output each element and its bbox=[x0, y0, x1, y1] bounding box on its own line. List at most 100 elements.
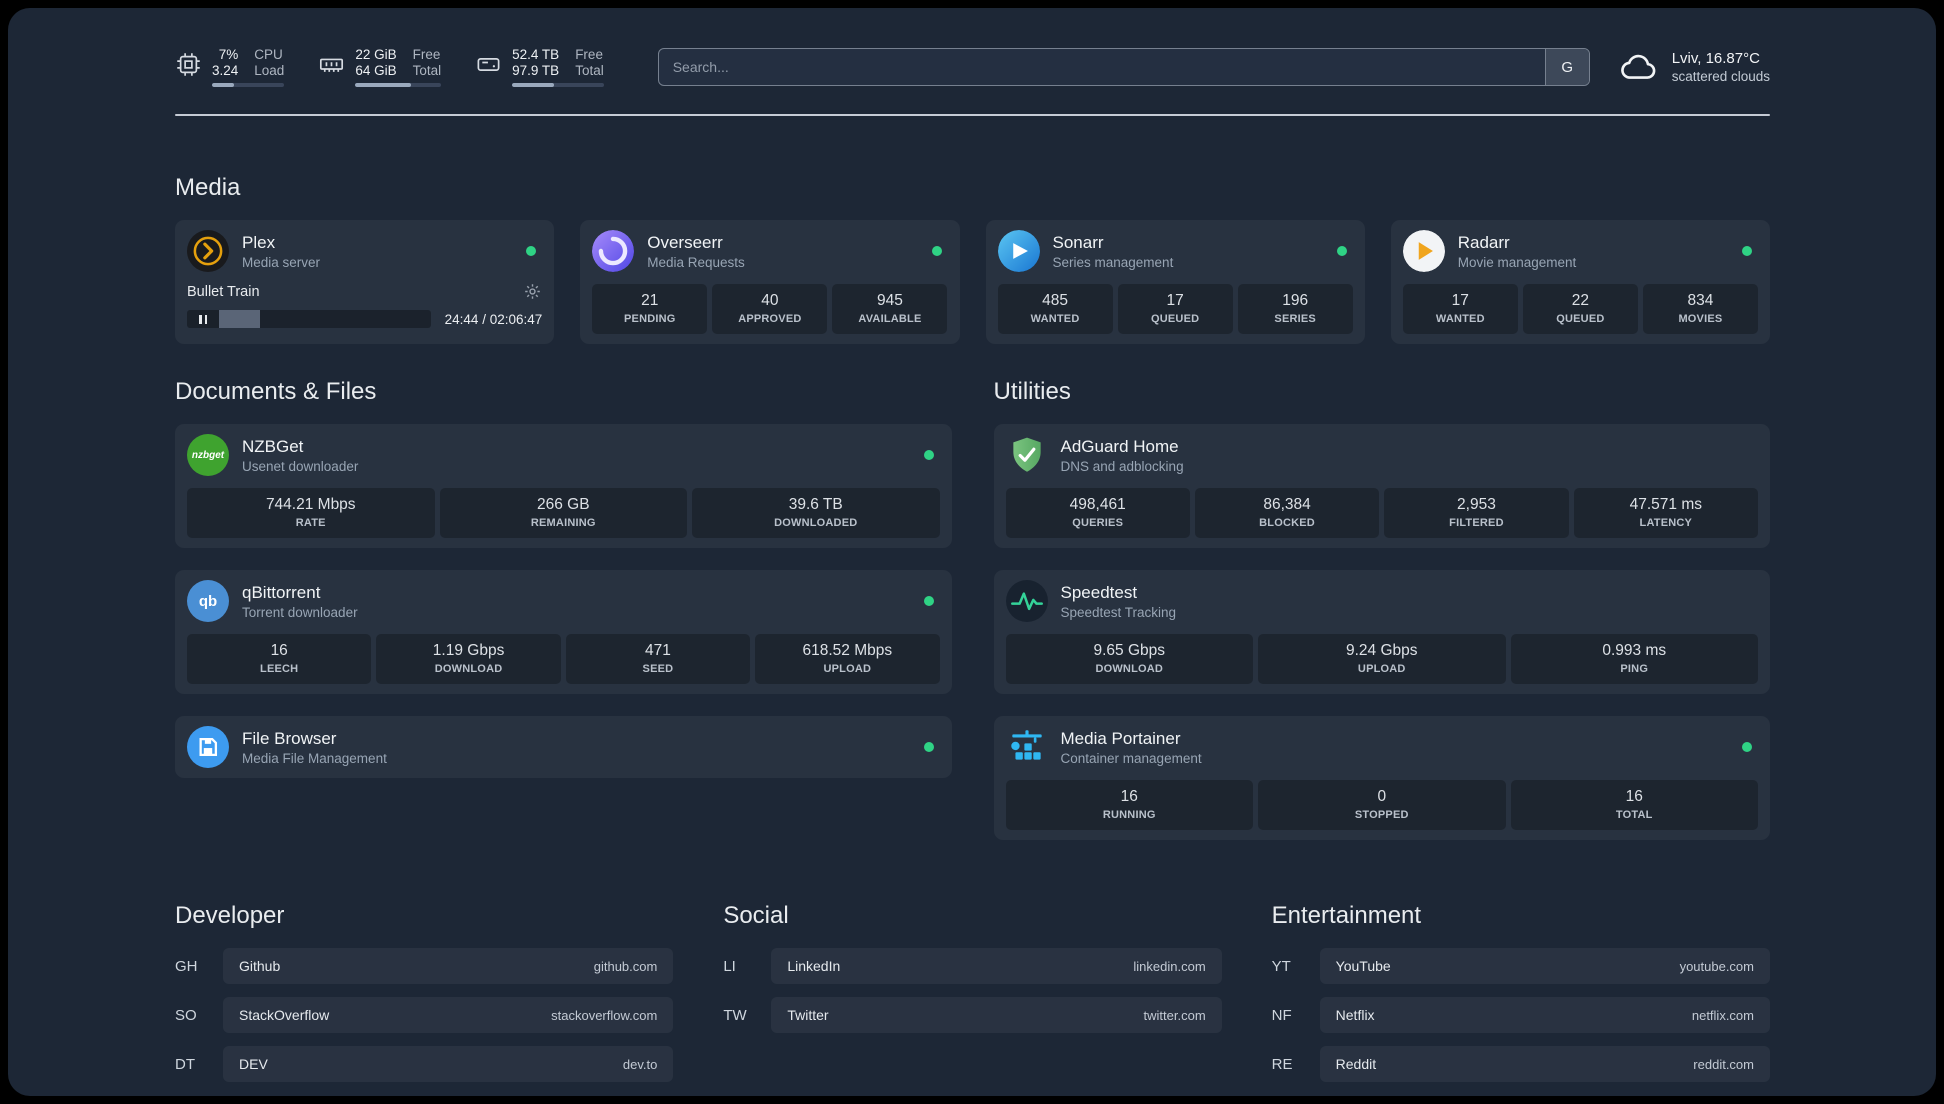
weather-condition: scattered clouds bbox=[1671, 69, 1770, 84]
service-card-filebrowser[interactable]: File Browser Media File Management bbox=[175, 716, 952, 778]
stat-block: 834 MOVIES bbox=[1642, 284, 1758, 334]
now-playing-title: Bullet Train bbox=[187, 283, 260, 300]
service-card-overseerr[interactable]: Overseerr Media Requests 21 PENDING 40 A… bbox=[580, 220, 960, 344]
service-card-nzbget[interactable]: nzbget NZBGet Usenet downloader 744.21 M… bbox=[175, 424, 952, 548]
disk-free-label: Free bbox=[575, 47, 603, 62]
filebrowser-icon bbox=[187, 726, 229, 768]
search-input[interactable] bbox=[658, 49, 1545, 85]
bookmark-name: Twitter bbox=[787, 1007, 829, 1023]
status-dot bbox=[931, 246, 942, 256]
topbar-divider bbox=[175, 114, 1770, 116]
service-card-plex[interactable]: Plex Media server Bullet Train 24:44 / 0… bbox=[175, 220, 555, 344]
bookmark-url: netflix.com bbox=[1691, 1007, 1754, 1023]
section-title-developer: Developer bbox=[175, 902, 285, 929]
pause-button[interactable] bbox=[187, 310, 219, 328]
service-name: Sonarr bbox=[1052, 232, 1104, 252]
memory-total: 64 GiB bbox=[355, 63, 397, 78]
portainer-icon bbox=[1006, 726, 1048, 768]
stat-block: 47.571 ms LATENCY bbox=[1573, 488, 1758, 538]
service-description: Torrent downloader bbox=[242, 604, 358, 620]
bookmark-url: youtube.com bbox=[1679, 958, 1754, 974]
bookmark-abbr: GH bbox=[175, 957, 198, 975]
service-card-portainer[interactable]: Media Portainer Container management 16 … bbox=[993, 716, 1770, 840]
bookmark-youtube[interactable]: YT YouTube youtube.com bbox=[1272, 948, 1770, 984]
service-card-sonarr[interactable]: Sonarr Series management 485 WANTED 17 Q… bbox=[985, 220, 1365, 344]
disk-icon bbox=[477, 58, 500, 71]
section-utilities: Utilities AdGuard Home DNS and adblockin… bbox=[993, 378, 1770, 840]
section-documents: Documents & Files nzbget NZBGet Usenet d… bbox=[175, 378, 952, 840]
bookmark-abbr: NF bbox=[1271, 1006, 1292, 1024]
weather-location: Lviv, 16.87°C bbox=[1671, 50, 1760, 67]
dashboard: 7% CPU 3.24 Load 22 GiB Free 64 GiB Tota… bbox=[8, 8, 1936, 1096]
bookmark-twitter[interactable]: TW Twitter twitter.com bbox=[723, 997, 1222, 1033]
cpu-icon bbox=[177, 53, 200, 76]
disk-total-label: Total bbox=[575, 63, 604, 78]
service-card-speedtest[interactable]: Speedtest Speedtest Tracking 9.65 Gbps D… bbox=[993, 570, 1770, 694]
service-description: Movie management bbox=[1457, 254, 1577, 270]
stat-block: 22 QUEUED bbox=[1522, 284, 1638, 334]
stat-block: 0.993 ms PING bbox=[1510, 634, 1758, 684]
status-dot bbox=[923, 596, 934, 606]
stat-block: 744.21 Mbps RATE bbox=[187, 488, 435, 538]
bookmark-name: DEV bbox=[239, 1056, 268, 1072]
section-title-documents: Documents & Files bbox=[175, 378, 377, 405]
qbittorrent-icon: qb bbox=[187, 580, 229, 622]
bookmark-group-social: Social LI LinkedIn linkedin.com TW Twitte… bbox=[723, 902, 1222, 1082]
bookmark-github[interactable]: GH Github github.com bbox=[175, 948, 674, 984]
stat-block: 9.24 Gbps UPLOAD bbox=[1258, 634, 1506, 684]
service-name: NZBGet bbox=[242, 436, 304, 456]
sonarr-icon bbox=[997, 230, 1040, 272]
bookmark-group-entertainment: Entertainment YT YouTube youtube.com NF N… bbox=[1272, 902, 1770, 1082]
bookmark-abbr: TW bbox=[723, 1006, 747, 1024]
plex-icon bbox=[187, 230, 229, 272]
bookmark-linkedin[interactable]: LI LinkedIn linkedin.com bbox=[723, 948, 1222, 984]
service-name: Speedtest bbox=[1060, 582, 1138, 602]
status-dot bbox=[923, 450, 934, 460]
stat-block: 16 LEECH bbox=[187, 634, 372, 684]
cpu-widget: 7% CPU 3.24 Load bbox=[175, 47, 285, 87]
settings-icon[interactable] bbox=[523, 282, 542, 301]
bookmark-dev[interactable]: DT DEV dev.to bbox=[175, 1046, 674, 1082]
service-description: Usenet downloader bbox=[242, 458, 359, 474]
cpu-load: 3.24 bbox=[212, 63, 239, 78]
disk-usage-bar bbox=[512, 83, 604, 87]
memory-free: 22 GiB bbox=[355, 47, 397, 62]
stat-block: 21 PENDING bbox=[592, 284, 708, 334]
service-card-radarr[interactable]: Radarr Movie management 17 WANTED 22 QUE… bbox=[1390, 220, 1770, 344]
bookmark-stackoverflow[interactable]: SO StackOverflow stackoverflow.com bbox=[175, 997, 674, 1033]
stat-block: 16 RUNNING bbox=[1005, 780, 1253, 830]
bookmark-netflix[interactable]: NF Netflix netflix.com bbox=[1272, 997, 1770, 1033]
stat-block: 2,953 FILTERED bbox=[1384, 488, 1569, 538]
cpu-load-label: Load bbox=[254, 63, 285, 78]
speedtest-icon bbox=[1005, 580, 1048, 622]
disk-widget: 52.4 TB Free 97.9 TB Total bbox=[475, 47, 604, 87]
service-description: Media server bbox=[242, 254, 321, 270]
bookmark-abbr: YT bbox=[1271, 957, 1291, 975]
bookmark-url: reddit.com bbox=[1693, 1056, 1754, 1072]
overseerr-icon bbox=[592, 230, 635, 272]
service-description: Series management bbox=[1052, 254, 1174, 270]
cpu-label: CPU bbox=[254, 47, 283, 62]
service-description: Speedtest Tracking bbox=[1060, 604, 1177, 620]
stat-block: 1.19 Gbps DOWNLOAD bbox=[376, 634, 561, 684]
status-dot bbox=[1336, 246, 1347, 256]
bookmark-abbr: LI bbox=[723, 957, 736, 975]
stat-block: 618.52 Mbps UPLOAD bbox=[755, 634, 940, 684]
stat-block: 196 SERIES bbox=[1237, 284, 1353, 334]
search-provider-button[interactable]: G bbox=[1544, 49, 1589, 85]
bookmark-url: dev.to bbox=[622, 1056, 658, 1072]
bookmark-reddit[interactable]: RE Reddit reddit.com bbox=[1272, 1046, 1770, 1082]
section-title-media: Media bbox=[175, 174, 241, 201]
service-name: qBittorrent bbox=[242, 582, 321, 602]
status-dot bbox=[1742, 742, 1752, 752]
search-bar[interactable]: G bbox=[657, 48, 1590, 86]
service-description: Media File Management bbox=[242, 750, 387, 766]
stat-block: 485 WANTED bbox=[997, 284, 1113, 334]
playback-progress-bar[interactable] bbox=[219, 310, 431, 328]
service-name: Plex bbox=[242, 232, 276, 252]
service-card-qbittorrent[interactable]: qb qBittorrent Torrent downloader 16 LEE… bbox=[175, 570, 952, 694]
service-description: DNS and adblocking bbox=[1060, 458, 1184, 474]
service-card-adguard[interactable]: AdGuard Home DNS and adblocking 498,461 … bbox=[993, 424, 1770, 548]
status-dot bbox=[526, 246, 537, 256]
bookmark-name: LinkedIn bbox=[787, 958, 841, 974]
